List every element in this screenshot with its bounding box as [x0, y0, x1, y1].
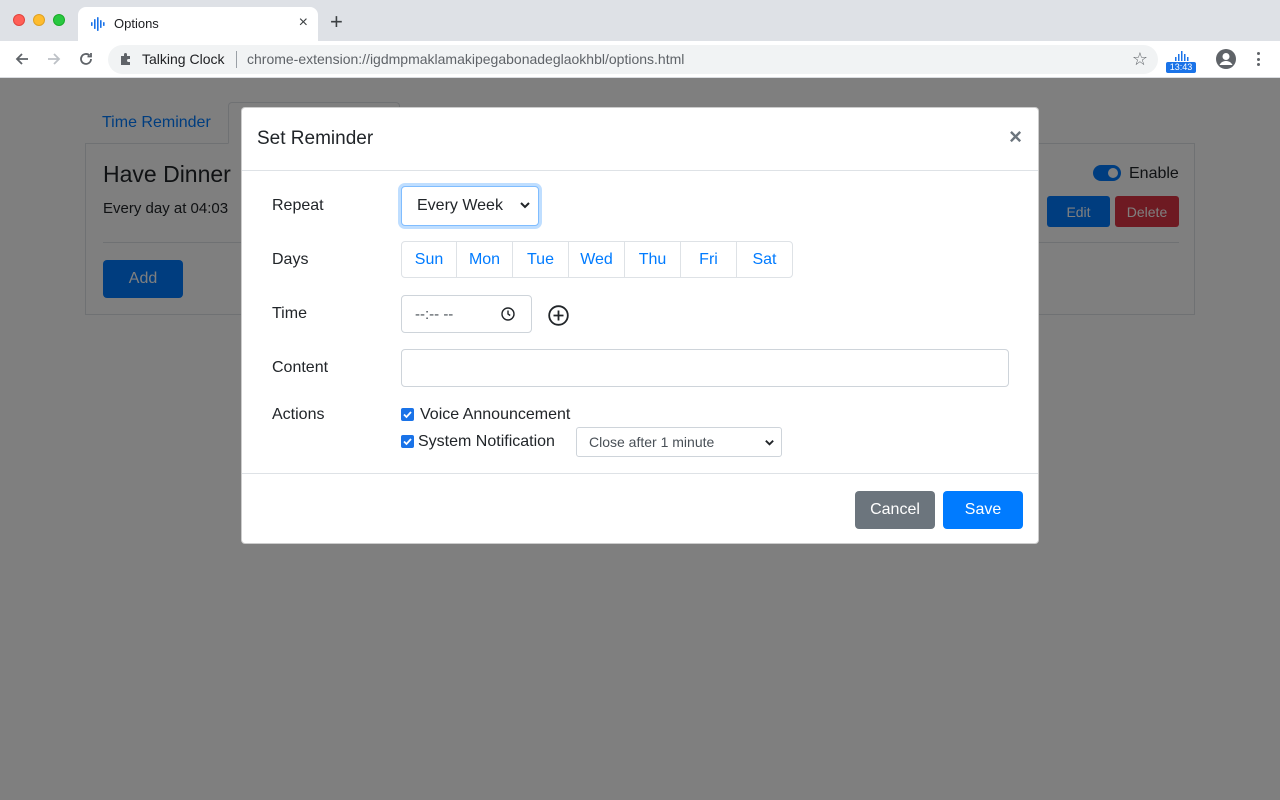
soundwave-icon	[1175, 51, 1189, 61]
arrow-left-icon	[15, 53, 28, 65]
content-label: Content	[272, 359, 329, 376]
day-button-fri[interactable]: Fri	[680, 241, 737, 278]
day-button-sat[interactable]: Sat	[736, 241, 793, 278]
time-placeholder: --:-- --	[415, 305, 454, 323]
day-button-sun[interactable]: Sun	[401, 241, 457, 278]
system-notification-label[interactable]: System Notification	[418, 433, 555, 451]
chevron-down-icon	[765, 440, 774, 446]
back-button[interactable]	[11, 48, 33, 70]
arrow-right-icon	[48, 53, 61, 65]
reload-icon	[80, 53, 92, 65]
talking-clock-extension-button[interactable]: 13:43	[1166, 49, 1196, 73]
checkmark-icon	[403, 411, 412, 419]
reload-button[interactable]	[75, 48, 97, 70]
day-button-wed[interactable]: Wed	[568, 241, 625, 278]
system-notification-checkbox[interactable]	[401, 435, 414, 448]
window-close-button[interactable]	[13, 14, 25, 26]
add-time-circle-icon[interactable]	[548, 305, 569, 326]
address-url[interactable]: chrome-extension://igdmpmaklamakipegabon…	[247, 51, 684, 67]
browser-tab-options[interactable]: Options ×	[78, 7, 318, 41]
save-button[interactable]: Save	[943, 491, 1023, 529]
days-button-group: Sun Mon Tue Wed Thu Fri Sat	[401, 241, 793, 278]
day-button-mon[interactable]: Mon	[456, 241, 513, 278]
modal-header: Set Reminder ×	[242, 108, 1038, 171]
extension-time-badge: 13:43	[1166, 62, 1196, 73]
clock-icon[interactable]	[501, 307, 515, 321]
modal-footer: Cancel Save	[242, 473, 1038, 543]
close-after-select[interactable]: Close after 1 minute	[576, 427, 782, 457]
address-separator	[236, 51, 237, 68]
bookmark-star-icon[interactable]: ☆	[1132, 49, 1148, 70]
days-label: Days	[272, 251, 309, 268]
browser-tab-title: Options	[114, 16, 159, 31]
address-site-name: Talking Clock	[142, 51, 225, 67]
browser-menu-icon[interactable]	[1250, 49, 1266, 69]
day-button-tue[interactable]: Tue	[512, 241, 569, 278]
window-maximize-button[interactable]	[53, 14, 65, 26]
modal-title: Set Reminder	[257, 128, 374, 149]
chevron-down-icon	[520, 202, 530, 209]
actions-label: Actions	[272, 406, 325, 423]
window-minimize-button[interactable]	[33, 14, 45, 26]
time-label: Time	[272, 305, 307, 322]
set-reminder-modal: Set Reminder × Repeat Every Week Days Su…	[241, 107, 1039, 544]
address-bar[interactable]: Talking Clock chrome-extension://igdmpma…	[108, 45, 1158, 74]
day-button-thu[interactable]: Thu	[624, 241, 681, 278]
tab-close-icon[interactable]: ×	[299, 14, 308, 32]
cancel-button[interactable]: Cancel	[855, 491, 935, 529]
time-input[interactable]: --:-- --	[401, 295, 532, 333]
repeat-select[interactable]: Every Week	[401, 186, 539, 226]
browser-tabstrip: Options × +	[0, 0, 1280, 41]
repeat-select-value: Every Week	[417, 197, 503, 214]
voice-announcement-checkbox[interactable]	[401, 408, 414, 421]
close-after-value: Close after 1 minute	[589, 434, 715, 450]
close-icon[interactable]: ×	[1009, 125, 1022, 149]
content-input[interactable]	[401, 349, 1009, 387]
profile-avatar-icon[interactable]	[1215, 48, 1237, 70]
voice-announcement-label[interactable]: Voice Announcement	[420, 406, 570, 424]
browser-toolbar: Talking Clock chrome-extension://igdmpma…	[0, 41, 1280, 78]
new-tab-button[interactable]: +	[330, 11, 343, 33]
forward-button[interactable]	[43, 48, 65, 70]
puzzle-icon	[121, 53, 130, 65]
soundwave-icon	[91, 17, 105, 31]
checkmark-icon	[403, 438, 412, 446]
repeat-label: Repeat	[272, 197, 324, 214]
